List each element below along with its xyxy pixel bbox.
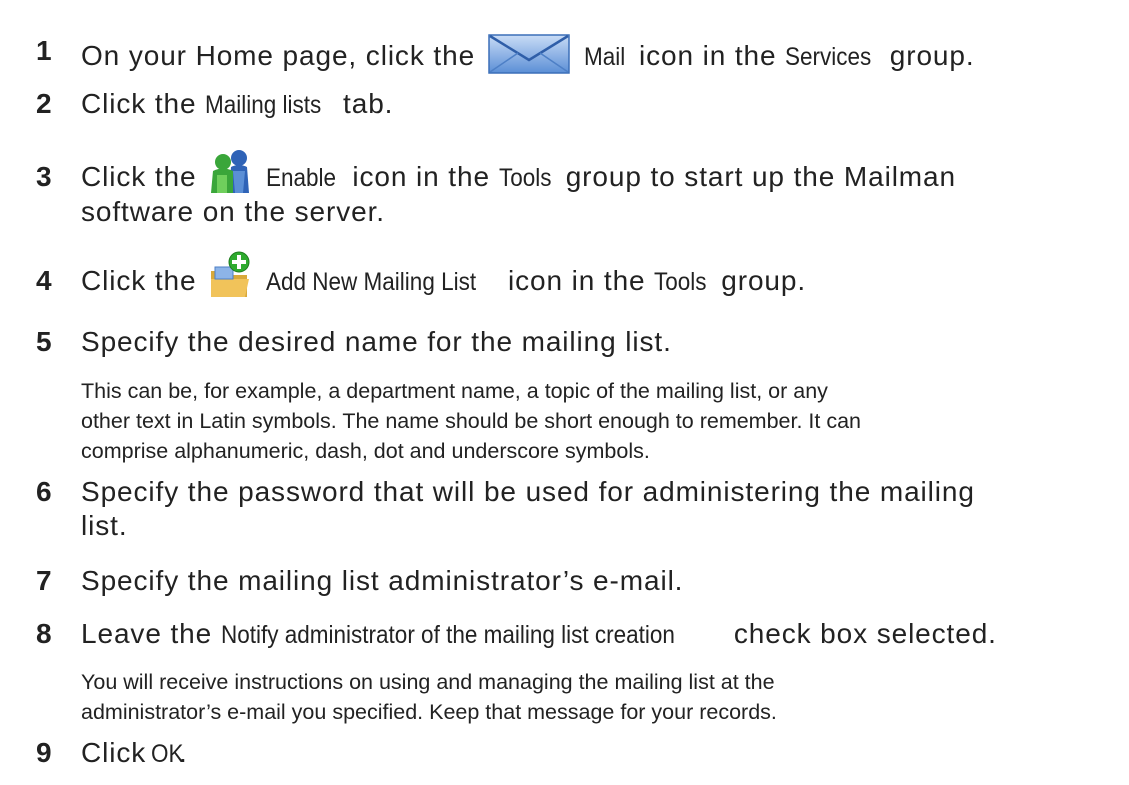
step-text: Click the: [81, 161, 197, 192]
note-line: You will receive instructions on using a…: [81, 670, 775, 694]
step-text: Specify the password that will be used f…: [81, 476, 975, 507]
add-mailing-list-icon[interactable]: [209, 251, 251, 299]
step-8: 8 Leave the Notify administrator of the …: [36, 617, 1121, 652]
step-text: Click the: [81, 265, 197, 296]
add-new-mailing-list-label: Add New Mailing List: [265, 268, 476, 296]
step-number: 6: [36, 476, 52, 507]
step-text: tab.: [343, 88, 394, 119]
step-text: Specify the desired name for the mailing…: [81, 326, 672, 357]
instructions-document: 1 On your Home page, click the Mail icon…: [0, 0, 1129, 785]
step-text: group to start up the Mailman: [565, 161, 956, 192]
step-number: 9: [36, 737, 52, 768]
notify-administrator-checkbox-label: Notify administrator of the mailing list…: [220, 621, 675, 649]
step-text: software on the server.: [81, 196, 385, 227]
note-line: This can be, for example, a department n…: [81, 379, 828, 403]
step-2: 2 Click the Mailing lists tab.: [36, 87, 1121, 122]
step-text: group.: [889, 40, 975, 71]
step-number: 4: [36, 265, 52, 296]
step-number: 1: [36, 35, 52, 66]
step-number: 8: [36, 618, 52, 649]
step-9: 9 Click OK.: [36, 736, 1121, 771]
step-7: 7 Specify the mailing list administrator…: [36, 564, 1121, 598]
step-text: list.: [81, 510, 128, 541]
mailing-lists-tab-label: Mailing lists: [205, 91, 322, 119]
step-text: Specify the mailing list administrator’s…: [81, 565, 684, 596]
step-number: 2: [36, 88, 52, 119]
step-1: 1 On your Home page, click the Mail icon…: [36, 34, 1121, 74]
tools-label: Tools: [654, 268, 707, 296]
step-6: 6 Specify the password that will be used…: [36, 475, 1121, 543]
mail-label: Mail: [584, 43, 626, 71]
note-line: other text in Latin symbols. The name sh…: [81, 409, 862, 433]
step-text: Click the: [81, 88, 197, 119]
step-8-note: You will receive instructions on using a…: [81, 667, 1126, 727]
step-5: 5 Specify the desired name for the maili…: [36, 325, 1121, 359]
step-text: group.: [721, 265, 807, 296]
step-text: icon in the: [507, 265, 646, 296]
step-3: 3 Click the Enable icon in the Tools gro…: [36, 150, 1121, 229]
note-line: comprise alphanumeric, dash, dot and und…: [81, 439, 650, 463]
enable-mailman-icon[interactable]: [209, 149, 251, 195]
step-text: Leave the: [81, 618, 213, 649]
step-text: check box selected.: [733, 618, 997, 649]
note-line: administrator’s e-mail you specified. Ke…: [81, 700, 777, 724]
step-text: Click: [81, 737, 147, 768]
step-4: 4 Click the Add New Mailing List icon in…: [36, 242, 1121, 299]
step-number: 3: [36, 161, 52, 192]
step-text: On your Home page, click the: [81, 40, 476, 71]
step-number: 7: [36, 565, 52, 596]
step-text: icon in the: [638, 40, 777, 71]
tools-label: Tools: [498, 164, 552, 192]
enable-label: Enable: [265, 164, 336, 192]
ok-label: OK: [150, 740, 184, 768]
step-number: 5: [36, 326, 52, 357]
step-text: icon in the: [352, 161, 490, 192]
services-label: Services: [785, 43, 872, 71]
mail-envelope-icon[interactable]: [487, 34, 570, 74]
step-5-note: This can be, for example, a department n…: [81, 376, 1126, 466]
